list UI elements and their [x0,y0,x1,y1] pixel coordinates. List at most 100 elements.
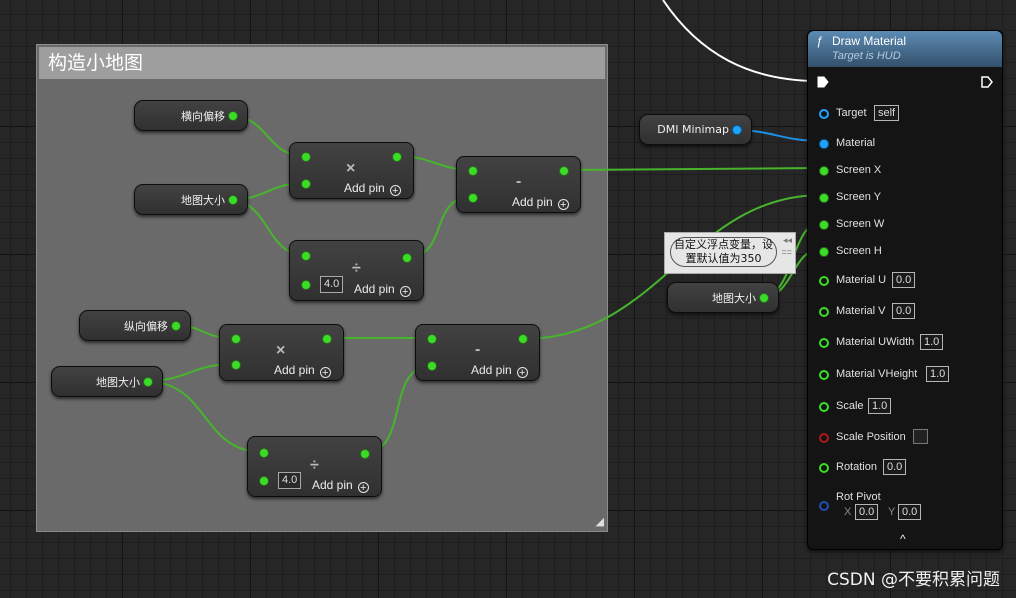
add-pin-button[interactable]: Add pin + [274,363,331,379]
tooltip-pin-icon[interactable]: ◂◂ [783,236,792,245]
float-input-pin-b[interactable] [427,361,437,371]
screen-w-input-pin[interactable] [819,220,829,230]
float-output-pin[interactable] [759,293,769,303]
draw-material-header[interactable]: ƒ Draw Material Target is HUD [808,31,1002,67]
pin-row-target[interactable]: Target self [808,105,1002,123]
add-pin-icon[interactable]: + [399,286,411,298]
subtract-node-1[interactable]: - Add pin + [456,156,581,213]
add-pin-button[interactable]: Add pin + [512,195,569,211]
add-pin-icon[interactable]: + [516,367,528,379]
pin-row-material-u[interactable]: Material U 0.0 [808,272,1002,290]
var-node-dmi-minimap[interactable]: DMI Minimap [639,114,752,145]
float-output-pin[interactable] [228,195,238,205]
scale-position-checkbox[interactable] [913,429,928,444]
var-node-map-size-2[interactable]: 地图大小 [51,366,163,397]
float-input-pin-a[interactable] [301,152,311,162]
float-input-pin-a[interactable] [427,334,437,344]
divisor-input[interactable]: 4.0 [278,472,302,489]
material-vheight-input-pin[interactable] [819,370,829,380]
pin-row-material-uwidth[interactable]: Material UWidth 1.0 [808,334,1002,352]
screen-y-input-pin[interactable] [819,193,829,203]
pin-row-screen-h[interactable]: Screen H [808,243,1002,261]
material-input-pin[interactable] [819,139,829,149]
target-input-pin[interactable] [819,109,829,119]
scale-input-pin[interactable] [819,402,829,412]
material-u-value-field[interactable]: 0.0 [892,272,916,288]
rotation-value-field[interactable]: 0.0 [883,459,907,475]
float-output-pin[interactable] [143,377,153,387]
multiply-node-1[interactable]: × Add pin + [289,142,414,199]
add-pin-button[interactable]: Add pin + [344,181,401,197]
pin-row-material-vheight[interactable]: Material VHeight 1.0 [808,366,1002,384]
exec-output-pin-icon[interactable] [981,76,993,88]
pin-row-material[interactable]: Material [808,135,1002,153]
var-node-map-size-3[interactable]: 地图大小 [667,282,779,313]
pin-row-screen-y[interactable]: Screen Y [808,189,1002,207]
float-input-pin-b[interactable] [301,280,311,290]
multiply-node-2[interactable]: × Add pin + [219,324,344,381]
float-input-pin-b[interactable] [468,193,478,203]
add-pin-button[interactable]: Add pin + [471,363,528,379]
var-node-vertical-offset[interactable]: 纵向偏移 [79,310,191,341]
add-pin-icon[interactable]: + [389,185,401,197]
float-output-pin[interactable] [559,166,569,176]
material-v-input-pin[interactable] [819,307,829,317]
pin-row-screen-w[interactable]: Screen W [808,216,1002,234]
add-pin-button[interactable]: Add pin + [312,478,369,494]
subtract-symbol: - [475,341,481,358]
float-input-pin-a[interactable] [259,448,269,458]
material-uwidth-value-field[interactable]: 1.0 [920,334,944,350]
pin-row-screen-x[interactable]: Screen X [808,162,1002,180]
divisor-input[interactable]: 4.0 [320,276,344,293]
float-input-pin-a[interactable] [301,251,311,261]
pin-row-rotation[interactable]: Rotation 0.0 [808,459,1002,477]
float-input-pin-a[interactable] [468,166,478,176]
scale-value-field[interactable]: 1.0 [868,398,892,414]
float-input-pin-a[interactable] [231,334,241,344]
float-input-pin-b[interactable] [259,476,269,486]
screen-x-input-pin[interactable] [819,166,829,176]
float-output-pin[interactable] [171,321,181,331]
material-uwidth-input-pin[interactable] [819,338,829,348]
material-v-value-field[interactable]: 0.0 [892,303,916,319]
divide-node-2[interactable]: ÷ 4.0 Add pin + [247,436,382,497]
float-output-pin[interactable] [392,152,402,162]
divide-node-1[interactable]: ÷ 4.0 Add pin + [289,240,424,301]
tooltip-drag-icon[interactable]: == [781,248,792,257]
pin-row-material-v[interactable]: Material V 0.0 [808,303,1002,321]
exec-input-pin-icon[interactable] [817,76,829,88]
float-output-pin[interactable] [518,334,528,344]
material-u-input-pin[interactable] [819,276,829,286]
object-output-pin[interactable] [732,125,742,135]
float-input-pin-b[interactable] [231,360,241,370]
add-pin-icon[interactable]: + [319,367,331,379]
target-value-field[interactable]: self [874,105,900,121]
screen-h-input-pin[interactable] [819,247,829,257]
var-node-horizontal-offset[interactable]: 横向偏移 [134,100,248,131]
var-node-map-size-1[interactable]: 地图大小 [134,184,248,215]
pin-row-rot-pivot[interactable]: Rot Pivot X 0.0 Y 0.0 [808,489,1002,523]
pin-row-scale-position[interactable]: Scale Position [808,429,1002,447]
rot-pivot-y-field[interactable]: 0.0 [898,504,922,520]
draw-material-node[interactable]: ƒ Draw Material Target is HUD Target sel… [807,30,1003,550]
add-pin-button[interactable]: Add pin + [354,282,411,298]
collapse-arrow-icon[interactable]: ^ [900,532,906,546]
float-output-pin[interactable] [322,334,332,344]
float-output-pin[interactable] [228,111,238,121]
rot-pivot-x-field[interactable]: 0.0 [855,504,879,520]
rot-pivot-input-pin[interactable] [819,501,829,511]
add-pin-icon[interactable]: + [357,482,369,494]
rotation-input-pin[interactable] [819,463,829,473]
material-vheight-value-field[interactable]: 1.0 [926,366,950,382]
pin-row-scale[interactable]: Scale 1.0 [808,398,1002,416]
variable-tooltip: 自定义浮点变量，设置默认值为350 ◂◂ == [664,232,796,274]
add-pin-icon[interactable]: + [557,199,569,211]
float-output-pin[interactable] [402,253,412,263]
float-input-pin-b[interactable] [301,179,311,189]
float-output-pin[interactable] [360,449,370,459]
rot-pivot-y-label: Y [888,506,896,518]
resize-grip-icon[interactable]: ◢ [596,517,604,528]
scale-position-input-pin[interactable] [819,433,829,443]
subtract-node-2[interactable]: - Add pin + [415,324,540,381]
comment-title[interactable]: 构造小地图 [39,47,605,79]
